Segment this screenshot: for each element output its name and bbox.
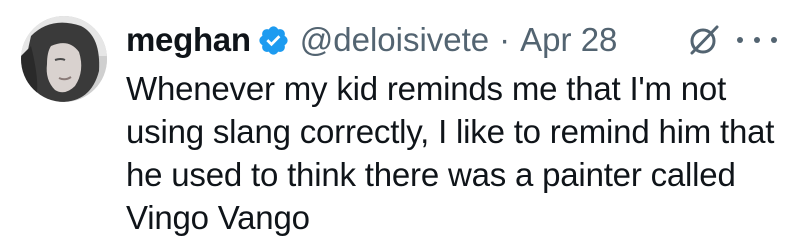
tweet[interactable]: meghan @deloisivete · Apr 28 Whenever my… — [0, 0, 800, 244]
author-name[interactable]: meghan — [126, 21, 251, 59]
avatar[interactable] — [21, 16, 107, 102]
tweet-text: Whenever my kid reminds me that I'm not … — [126, 67, 786, 239]
more-options-icon[interactable] — [737, 22, 777, 58]
tweet-text-line: using slang correctly, I like to remind … — [126, 113, 775, 150]
tweet-date[interactable]: Apr 28 — [520, 21, 617, 59]
tweet-header: meghan @deloisivete · Apr 28 — [126, 18, 617, 62]
verified-badge-icon — [257, 24, 290, 57]
tweet-text-line: Whenever my kid reminds me that I'm not — [126, 70, 727, 107]
more-dot — [754, 37, 760, 43]
author-handle[interactable]: @deloisivete — [300, 21, 489, 59]
more-dot — [771, 37, 777, 43]
tweet-text-line: Vingo Vango — [126, 199, 310, 236]
separator-dot: · — [499, 21, 511, 58]
more-dot — [737, 37, 743, 43]
tweet-text-line: he used to think there was a painter cal… — [126, 156, 736, 193]
grok-icon[interactable] — [686, 22, 722, 58]
